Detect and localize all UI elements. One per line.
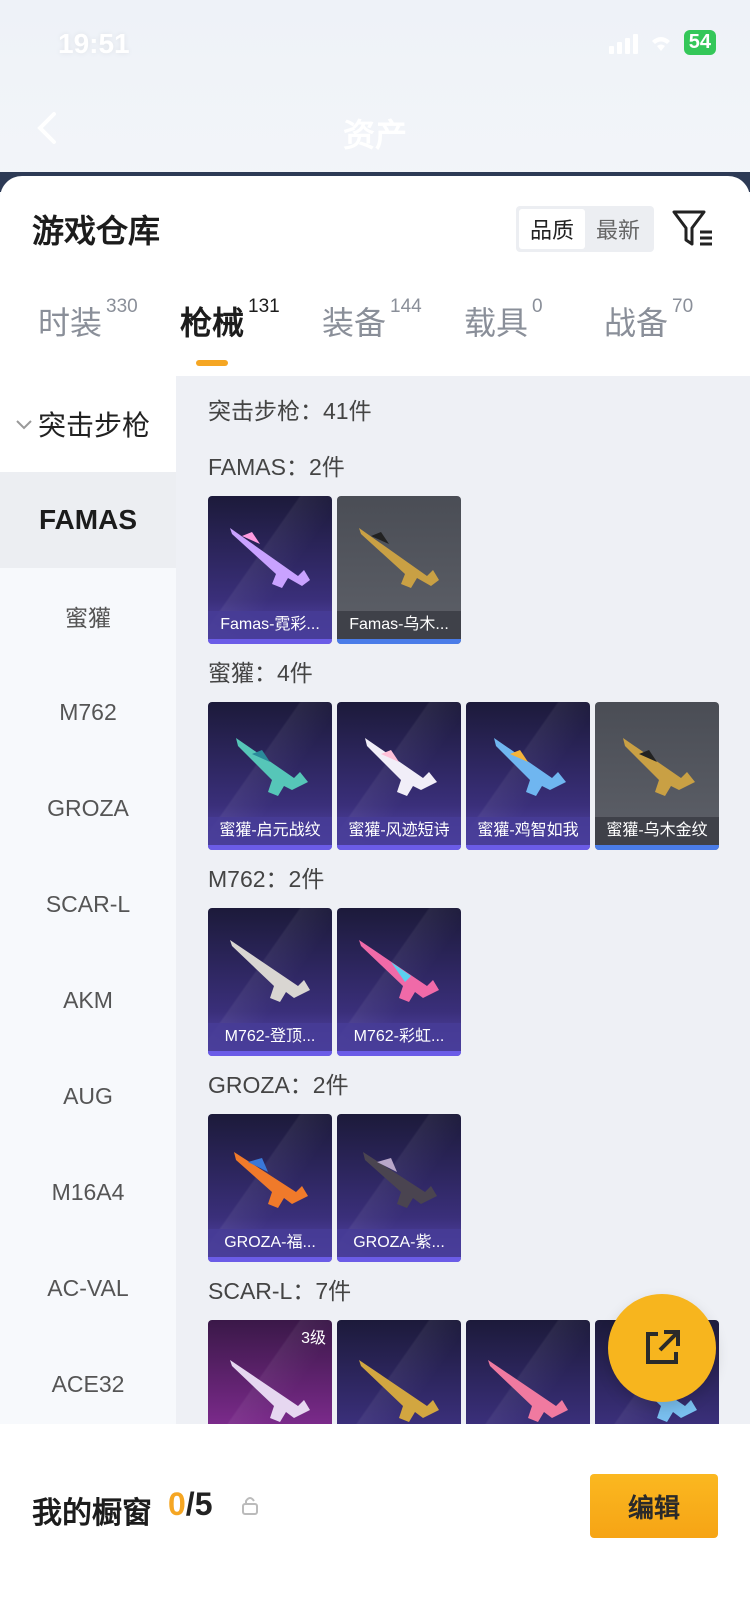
tab-supplies[interactable]: 战备 70	[604, 296, 693, 344]
top-header: 19:51 54 资产	[0, 0, 750, 195]
battery-indicator: 54	[683, 30, 716, 55]
sort-newest[interactable]: 最新	[585, 209, 651, 249]
skin-tile[interactable]: M762-登顶...	[208, 908, 332, 1056]
sidebar-item-m16a4[interactable]: M16A4	[0, 1144, 176, 1240]
skin-tile[interactable]	[466, 1320, 590, 1424]
warehouse-card: 游戏仓库 品质 最新 时装 330 枪械 131 装备 144 载具 0 战备 70 突	[0, 176, 750, 1624]
skin-tile[interactable]: M762-彩虹...	[337, 908, 461, 1056]
status-time: 19:51	[58, 28, 130, 59]
tab-vehicles[interactable]: 载具 0	[464, 296, 543, 344]
showcase-count: 0/5	[168, 1486, 213, 1522]
item-grid: GROZA-福... GROZA-紫...	[208, 1114, 461, 1262]
item-grid: 蜜獾-启元战纹 蜜獾-风迹短诗 蜜獾-鸡智如我 蜜獾-乌木金纹	[208, 702, 719, 850]
section-title: SCAR-L：7件	[208, 1278, 352, 1304]
filter-icon[interactable]	[670, 206, 716, 252]
section-title: 蜜獾：4件	[208, 660, 313, 686]
page-title: 资产	[342, 117, 407, 153]
skin-tile[interactable]: Famas-霓彩...	[208, 496, 332, 644]
showcase-bar: 我的橱窗 0/5 编辑	[0, 1448, 750, 1624]
skin-tile[interactable]: 蜜獾-鸡智如我	[466, 702, 590, 850]
skin-tile[interactable]: GROZA-福...	[208, 1114, 332, 1262]
weapon-content: 突击步枪：41件 FAMAS：2件 Famas-霓彩... Famas-乌木..…	[176, 376, 750, 1424]
tab-fashion[interactable]: 时装 330	[38, 296, 138, 344]
sidebar-item-groza[interactable]: GROZA	[0, 760, 176, 856]
smg-icon	[236, 738, 308, 796]
rifle-icon	[230, 940, 310, 1002]
rifle-icon	[359, 940, 439, 1002]
skin-tile[interactable]: 蜜獾-风迹短诗	[337, 702, 461, 850]
rifle-icon	[359, 528, 439, 588]
section-title: GROZA：2件	[208, 1072, 349, 1098]
skin-tile[interactable]: Famas-乌木...	[337, 496, 461, 644]
sidebar-group-assault-rifles[interactable]: 突击步枪	[0, 376, 176, 472]
skin-tile[interactable]: GROZA-紫...	[337, 1114, 461, 1262]
skin-tile[interactable]	[337, 1320, 461, 1424]
sidebar-item-akm[interactable]: AKM	[0, 952, 176, 1048]
skin-tile[interactable]: 蜜獾-启元战纹	[208, 702, 332, 850]
sidebar-item-famas[interactable]: FAMAS	[0, 472, 176, 568]
level-badge: 3级	[301, 1330, 326, 1347]
sidebar-item-scar-l[interactable]: SCAR-L	[0, 856, 176, 952]
sidebar-item-ace32[interactable]: ACE32	[0, 1336, 176, 1424]
sidebar-item-honey-badger[interactable]: 蜜獾	[0, 568, 176, 664]
smg-icon	[494, 738, 566, 796]
sidebar-item-aug[interactable]: AUG	[0, 1048, 176, 1144]
rifle-icon	[488, 1360, 568, 1422]
section-title: FAMAS：2件	[208, 454, 345, 480]
showcase-label: 我的橱窗	[32, 1497, 152, 1530]
smg-icon	[365, 738, 437, 796]
skin-tile[interactable]: 蜜獾-乌木金纹	[595, 702, 719, 850]
item-grid: Famas-霓彩... Famas-乌木...	[208, 496, 461, 644]
skin-tile[interactable]: 3级	[208, 1320, 332, 1424]
sort-toggle[interactable]: 品质 最新	[516, 206, 654, 252]
signal-icon	[608, 32, 638, 54]
rifle-icon	[363, 1152, 437, 1208]
category-header: 突击步枪：41件	[208, 398, 372, 424]
tab-firearms[interactable]: 枪械 131	[180, 296, 280, 344]
tab-equipment[interactable]: 装备 144	[322, 296, 422, 344]
rifle-icon	[234, 1152, 308, 1208]
lock-icon	[242, 1497, 258, 1515]
edit-button[interactable]: 编辑	[590, 1474, 718, 1538]
rifle-icon	[230, 528, 310, 588]
sidebar-item-m762[interactable]: M762	[0, 664, 176, 760]
rifle-icon	[230, 1360, 310, 1422]
weapon-sidebar: 突击步枪 FAMAS 蜜獾 M762 GROZA SCAR-L AKM AUG …	[0, 376, 176, 1424]
share-button[interactable]	[608, 1294, 716, 1402]
rifle-icon	[359, 1360, 439, 1422]
active-tab-indicator	[196, 360, 228, 366]
sort-quality[interactable]: 品质	[519, 209, 585, 249]
chevron-down-icon	[16, 420, 32, 430]
category-tabs: 时装 330 枪械 131 装备 144 载具 0 战备 70	[0, 296, 750, 362]
share-external-icon	[646, 1330, 680, 1364]
section-title: M762：2件	[208, 866, 325, 892]
warehouse-title: 游戏仓库	[32, 213, 161, 249]
sidebar-item-ac-val[interactable]: AC-VAL	[0, 1240, 176, 1336]
status-icons: 54	[608, 30, 716, 55]
smg-icon	[623, 738, 695, 796]
item-grid: M762-登顶... M762-彩虹...	[208, 908, 461, 1056]
wifi-icon	[651, 36, 670, 51]
